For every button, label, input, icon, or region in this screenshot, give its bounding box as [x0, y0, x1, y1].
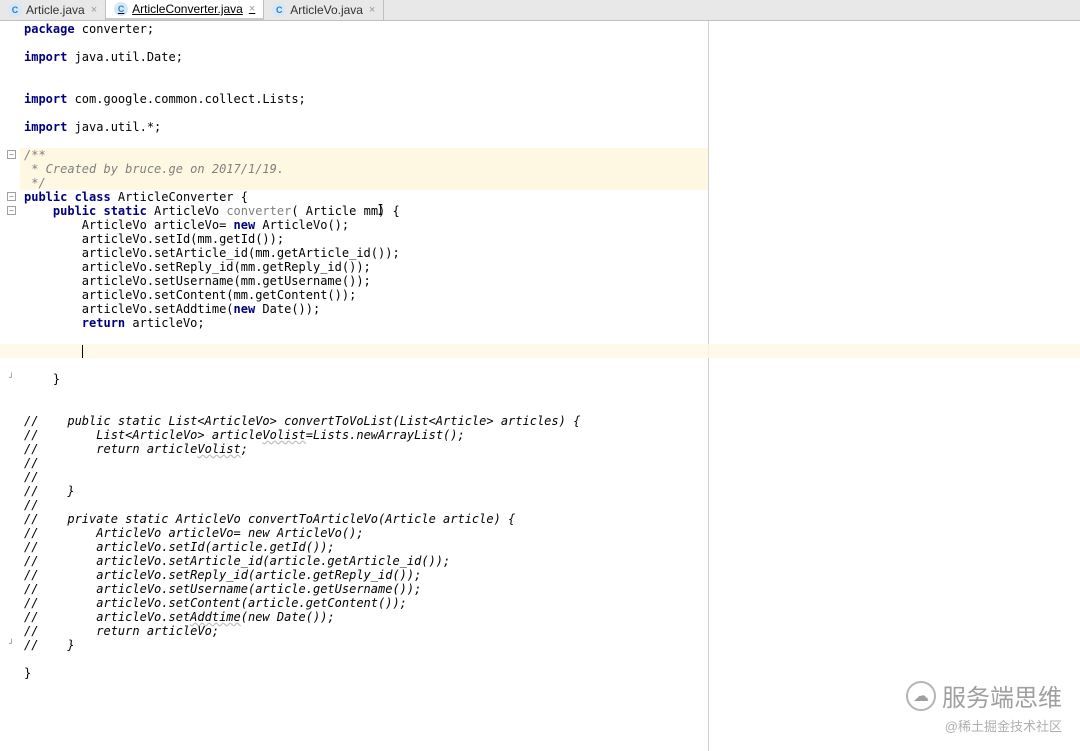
close-icon[interactable]: ×: [367, 4, 377, 16]
code-line: public class ArticleConverter {: [20, 190, 708, 204]
editor-tab-bar: C Article.java × C ArticleConverter.java…: [0, 0, 1080, 21]
comment-line: // public static List<ArticleVo> convert…: [20, 414, 708, 428]
code-line: [20, 78, 708, 92]
java-class-icon: C: [272, 3, 286, 17]
comment-line: // articleVo.setContent(article.getConte…: [20, 596, 708, 610]
code-line: }: [20, 372, 708, 386]
code-line: articleVo.setAddtime(new Date());: [20, 302, 708, 316]
close-icon[interactable]: ×: [89, 4, 99, 16]
editor-container: package converter; import java.util.Date…: [0, 21, 1080, 751]
code-line: import com.google.common.collect.Lists;: [20, 92, 708, 106]
tab-article[interactable]: C Article.java ×: [0, 0, 106, 20]
code-line: [20, 386, 708, 400]
comment-line: //: [20, 470, 708, 484]
code-line: articleVo.setContent(mm.getContent());: [20, 288, 708, 302]
comment-line: // return articleVolist;: [20, 442, 708, 456]
code-line: [20, 400, 708, 414]
code-line: import java.util.Date;: [20, 50, 708, 64]
code-editor[interactable]: package converter; import java.util.Date…: [20, 21, 708, 751]
comment-line: //: [20, 498, 708, 512]
editor-right-margin: [708, 21, 1080, 751]
tab-label: ArticleVo.java: [290, 3, 363, 17]
fold-end-icon[interactable]: ┘: [7, 374, 16, 383]
comment-line: // }: [20, 484, 708, 498]
comment-line: // List<ArticleVo> articleVolist=Lists.n…: [20, 428, 708, 442]
fold-toggle-icon[interactable]: −: [7, 192, 16, 201]
tab-article-vo[interactable]: C ArticleVo.java ×: [264, 0, 384, 20]
fold-toggle-icon[interactable]: −: [7, 206, 16, 215]
fold-end-icon[interactable]: ┘: [7, 640, 16, 649]
code-line: package converter;: [20, 22, 708, 36]
code-line: import java.util.*;: [20, 120, 708, 134]
tab-article-converter[interactable]: C ArticleConverter.java ×: [106, 0, 264, 20]
code-line: [20, 134, 708, 148]
code-line: articleVo.setArticle_id(mm.getArticle_id…: [20, 246, 708, 260]
caret-line: [20, 344, 708, 358]
code-line: return articleVo;: [20, 316, 708, 330]
comment-line: // articleVo.setArticle_id(article.getAr…: [20, 554, 708, 568]
code-line: articleVo.setId(mm.getId());: [20, 232, 708, 246]
comment-line: // ArticleVo articleVo= new ArticleVo();: [20, 526, 708, 540]
comment-line: // return articleVo;: [20, 624, 708, 638]
code-line: [20, 64, 708, 78]
tab-label: Article.java: [26, 3, 85, 17]
java-class-icon: C: [114, 2, 128, 16]
code-line: [20, 344, 708, 358]
fold-toggle-icon[interactable]: −: [7, 150, 16, 159]
comment-line: // private static ArticleVo convertToArt…: [20, 512, 708, 526]
java-class-icon: C: [8, 3, 22, 17]
comment-line: // articleVo.setAddtime(new Date());: [20, 610, 708, 624]
code-line: [20, 106, 708, 120]
code-line: [20, 652, 708, 666]
comment-line: // articleVo.setUsername(article.getUser…: [20, 582, 708, 596]
javadoc-block: − /** * Created by bruce.ge on 2017/1/19…: [20, 148, 708, 190]
javadoc-line: /**: [20, 148, 708, 162]
comment-line: // articleVo.setReply_id(article.getRepl…: [20, 568, 708, 582]
javadoc-line: * Created by bruce.ge on 2017/1/19.: [20, 162, 708, 176]
comment-line: //: [20, 456, 708, 470]
code-line: [20, 36, 708, 50]
code-line: [20, 330, 708, 344]
code-line: public static ArticleVo converter( Artic…: [20, 204, 708, 218]
code-line: ArticleVo articleVo= new ArticleVo();: [20, 218, 708, 232]
javadoc-line: */: [20, 176, 708, 190]
comment-line: // articleVo.setId(article.getId());: [20, 540, 708, 554]
code-line: [20, 358, 708, 372]
tab-label: ArticleConverter.java: [132, 2, 243, 16]
close-icon[interactable]: ×: [247, 3, 257, 15]
code-line: articleVo.setUsername(mm.getUsername());: [20, 274, 708, 288]
code-line: articleVo.setReply_id(mm.getReply_id());: [20, 260, 708, 274]
code-line: }: [20, 666, 708, 680]
text-caret: [82, 345, 83, 358]
comment-line: // }: [20, 638, 708, 652]
